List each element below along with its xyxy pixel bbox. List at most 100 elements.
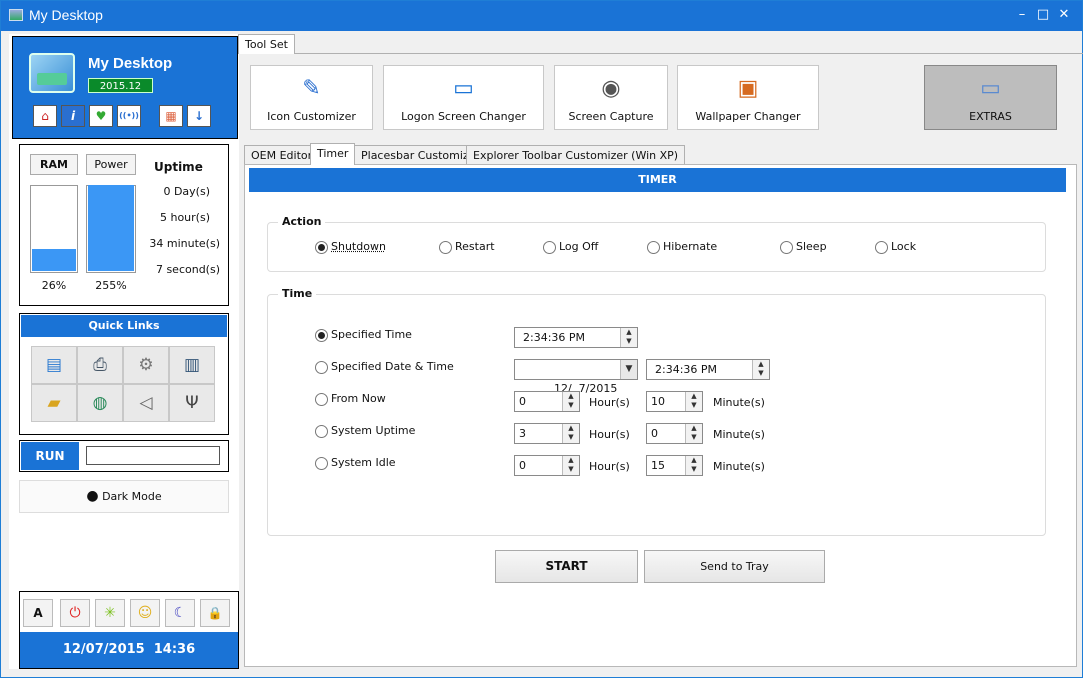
ram-button[interactable]: RAM [30, 154, 78, 175]
close-button[interactable]: ✕ [1055, 6, 1073, 24]
specified-time-picker[interactable]: 2:34:36 PM ▲ ▼ [514, 327, 638, 348]
profile-panel: My Desktop 2015.12 ⌂ i ♥ ((•)) ▦ ↓ [12, 36, 238, 139]
folder-options-icon[interactable]: ▰ [31, 384, 77, 422]
radio-system-uptime[interactable]: System Uptime [315, 424, 415, 440]
extras-label: EXTRAS [969, 110, 1012, 123]
extras-button[interactable]: ▭ EXTRAS [924, 65, 1057, 130]
chevron-down-icon[interactable]: ▼ [620, 360, 637, 379]
dark-mode-button[interactable]: ● Dark Mode [19, 480, 229, 513]
tab-divider [238, 53, 1083, 54]
logon-screen-changer-label: Logon Screen Changer [401, 110, 526, 123]
gears-icon[interactable]: ⚙ [123, 346, 169, 384]
heart-plus-icon[interactable]: ♥ [89, 105, 113, 127]
spinner-arrows-icon[interactable]: ▲ ▼ [562, 424, 579, 443]
spinner-arrows-icon[interactable]: ▲ ▼ [752, 360, 769, 379]
version-badge: 2015.12 [88, 78, 153, 93]
system-uptime-hours-value: 3 [519, 427, 526, 440]
spinner-arrows-icon[interactable]: ▲ ▼ [685, 456, 702, 475]
left-pane: My Desktop 2015.12 ⌂ i ♥ ((•)) ▦ ↓ RAM P… [9, 34, 239, 669]
tab-explorer-toolbar-customizer[interactable]: Explorer Toolbar Customizer (Win XP) [466, 145, 686, 165]
system-properties-icon[interactable]: ▥ [169, 346, 215, 384]
ram-meter [30, 185, 78, 273]
spinner-arrows-icon[interactable]: ▲ ▼ [685, 424, 702, 443]
system-idle-hours-value: 0 [519, 459, 526, 472]
main-window: My Desktop – □ ✕ My Desktop 2015.12 ⌂ i … [0, 0, 1083, 678]
send-to-tray-button[interactable]: Send to Tray [644, 550, 825, 583]
right-pane: Tool Set ✎ Icon Customizer ▭ Logon Scree… [238, 34, 1083, 674]
specified-time-value: 2:34:36 PM [523, 331, 586, 344]
tab-timer[interactable]: Timer [310, 143, 356, 165]
quick-links-panel: Quick Links ▤ ⎙ ⚙ ▥ ▰ ◍ ◁ Ψ [19, 313, 229, 435]
system-idle-hours[interactable]: 0 ▲ ▼ [514, 455, 580, 476]
restart-icon[interactable]: ✳ [95, 599, 125, 627]
wallpaper-changer-button[interactable]: ▣ Wallpaper Changer [677, 65, 819, 130]
time-title: Time [278, 287, 317, 300]
sleep-face-icon[interactable]: ☺ [130, 599, 160, 627]
action-group: Action Shutdown Restart Log Off Hibernat… [267, 215, 1046, 272]
radio-hibernate[interactable]: Hibernate [647, 240, 717, 256]
timer-header: TIMER [249, 168, 1066, 192]
lock-icon[interactable]: 🔒 [200, 599, 230, 627]
network-printer-icon[interactable]: ⎙ [77, 346, 123, 384]
screen-capture-label: Screen Capture [568, 110, 654, 123]
time-group: Time Specified Time Specified Date & Tim… [267, 287, 1046, 536]
control-panel-icon[interactable]: ▤ [31, 346, 77, 384]
minimize-button[interactable]: – [1013, 6, 1031, 24]
radio-system-idle[interactable]: System Idle [315, 456, 396, 472]
spinner-arrows-icon[interactable]: ▲ ▼ [562, 392, 579, 411]
logon-screen-changer-button[interactable]: ▭ Logon Screen Changer [383, 65, 544, 130]
timer-panel: TIMER Action Shutdown Restart Log Off Hi… [244, 164, 1077, 667]
screen-capture-button[interactable]: ◉ Screen Capture [554, 65, 668, 130]
system-uptime-hours[interactable]: 3 ▲ ▼ [514, 423, 580, 444]
radio-restart[interactable]: Restart [439, 240, 495, 256]
system-uptime-minutes[interactable]: 0 ▲ ▼ [646, 423, 703, 444]
power-icon[interactable]: ⏻ [60, 599, 90, 627]
system-idle-minutes[interactable]: 15 ▲ ▼ [646, 455, 703, 476]
monitor-icon: ▭ [453, 76, 474, 101]
specified-date-time-value: 2:34:36 PM [655, 363, 718, 376]
maximize-button[interactable]: □ [1034, 6, 1052, 24]
info-icon[interactable]: i [61, 105, 85, 127]
download-icon[interactable]: ↓ [187, 105, 211, 127]
radio-lock[interactable]: Lock [875, 240, 916, 256]
apps-icon[interactable]: ▦ [159, 105, 183, 127]
wallpaper-changer-label: Wallpaper Changer [695, 110, 801, 123]
window-icon: ▭ [980, 76, 1001, 101]
usb-icon[interactable]: Ψ [169, 384, 215, 422]
wallpaper-icon: ▣ [737, 76, 759, 101]
quick-links-title: Quick Links [21, 315, 227, 337]
radio-shutdown[interactable]: Shutdown [315, 240, 386, 256]
from-now-hours[interactable]: 0 ▲ ▼ [514, 391, 580, 412]
spinner-arrows-icon[interactable]: ▲ ▼ [620, 328, 637, 347]
tab-tool-set[interactable]: Tool Set [238, 34, 295, 54]
run-input[interactable] [86, 446, 220, 465]
icon-customizer-button[interactable]: ✎ Icon Customizer [250, 65, 373, 130]
moon-icon[interactable]: ☾ [165, 599, 195, 627]
start-button[interactable]: START [495, 550, 638, 583]
radio-specified-date-time[interactable]: Specified Date & Time [315, 360, 454, 376]
ram-meter-fill [32, 248, 76, 271]
minute-unit: Minute(s) [713, 460, 765, 473]
volume-icon[interactable]: ◁ [123, 384, 169, 422]
tab-oem-editor[interactable]: OEM Editor [244, 145, 320, 165]
from-now-minutes[interactable]: 10 ▲ ▼ [646, 391, 703, 412]
radio-log-off[interactable]: Log Off [543, 240, 598, 256]
power-button[interactable]: Power [86, 154, 136, 175]
title-bar[interactable]: My Desktop – □ ✕ [1, 1, 1082, 31]
specified-date-time-picker[interactable]: 2:34:36 PM ▲ ▼ [646, 359, 770, 380]
spinner-arrows-icon[interactable]: ▲ ▼ [685, 392, 702, 411]
specified-date-picker[interactable]: 12/ 7/2015 ▼ [514, 359, 638, 395]
broadcast-icon[interactable]: ((•)) [117, 105, 141, 127]
bottom-panel: A ⏻ ✳ ☺ ☾ 🔒 12/07/2015 14:36 [19, 591, 239, 669]
window-title: My Desktop [29, 7, 103, 23]
radio-from-now[interactable]: From Now [315, 392, 386, 408]
radio-specified-time[interactable]: Specified Time [315, 328, 412, 344]
radio-sleep[interactable]: Sleep [780, 240, 827, 256]
spinner-arrows-icon[interactable]: ▲ ▼ [562, 456, 579, 475]
font-icon[interactable]: A [23, 599, 53, 627]
network-globe-icon[interactable]: ◍ [77, 384, 123, 422]
uptime-minutes: 34 minute(s) [149, 237, 220, 250]
hour-unit: Hour(s) [589, 460, 630, 473]
home-icon[interactable]: ⌂ [33, 105, 57, 127]
uptime-title: Uptime [154, 160, 203, 174]
